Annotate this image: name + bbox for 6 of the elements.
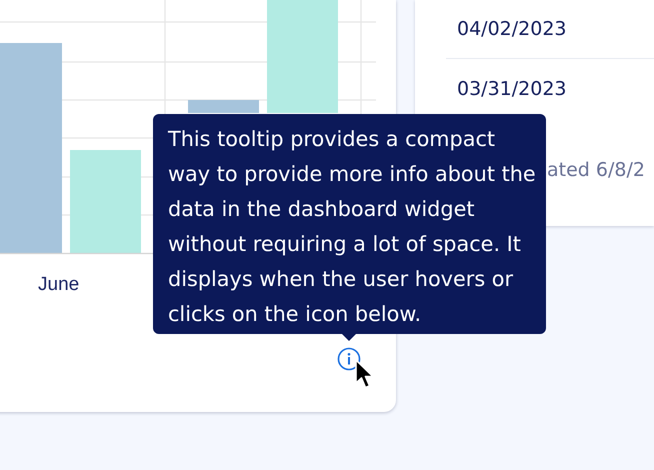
date-text: 04/02/2023 — [446, 0, 654, 59]
date-text: 03/31/2023 — [456, 77, 568, 102]
tooltip-text: This tooltip provides a compact way to provide more info about the data in the dashboard widget without requiring a lot of space. It displays when the user hovers or clicks on the icon below. — [168, 126, 536, 328]
updated-text: ated 6/8/2 — [547, 159, 645, 181]
axis-label: June — [38, 274, 80, 296]
chart-bar — [188, 100, 259, 113]
